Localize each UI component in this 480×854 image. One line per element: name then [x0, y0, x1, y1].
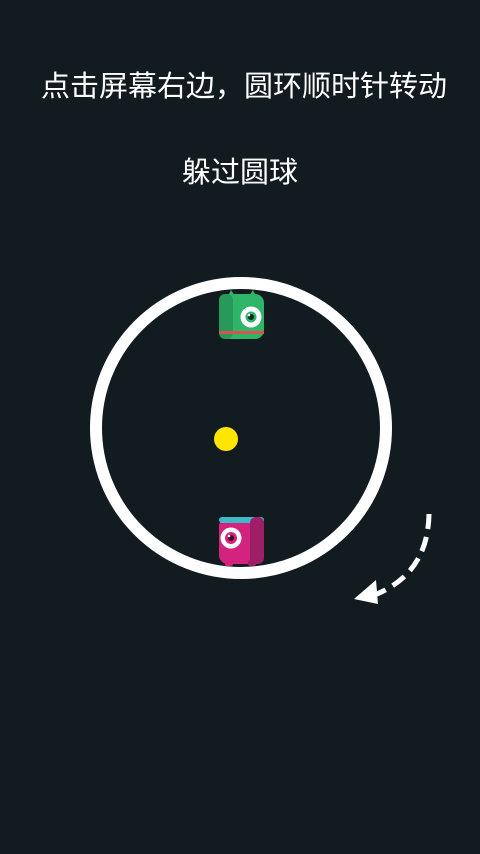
game-screen[interactable]: 点击屏幕右边，圆环顺时针转动 躲过圆球	[0, 0, 480, 854]
green-monster-icon	[219, 290, 264, 339]
yellow-ball	[214, 427, 238, 451]
pink-monster-icon	[219, 517, 264, 566]
play-area	[90, 277, 432, 604]
curved-dashed-arrow-icon	[354, 513, 432, 604]
